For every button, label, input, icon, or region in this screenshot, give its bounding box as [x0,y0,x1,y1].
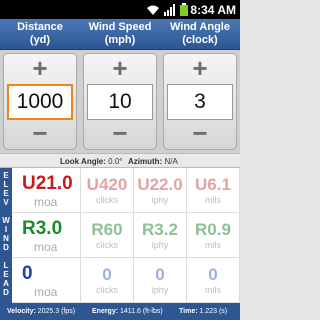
wind-speed-field[interactable]: 10 [87,84,153,120]
elev-letter: L [3,180,9,189]
wind-speed-stepper: + 10 − [83,53,157,150]
wind-speed-minus-button[interactable]: − [84,119,156,149]
elevation-mils-unit: mils [205,195,221,205]
lead-letter: E [3,270,9,279]
lead-mils-unit: mils [205,285,221,295]
lead-iphy-unit: iphy [151,285,169,295]
elevation-moa-value: U21.0 [22,173,73,194]
windage-clicks-value: R60 [91,220,123,239]
lead-letter: A [3,279,9,288]
wind-speed-header-unit: (mph) [104,34,136,46]
wind-angle-plus-button[interactable]: + [164,54,236,84]
results-grid: U21.0 moa U420 clicks U22.0 iphy U6.1 mi… [12,168,240,303]
windage-moa-value: R3.0 [22,218,63,239]
velocity: Velocity: 2025.3 (fps) [7,308,75,315]
elevation-iphy-value: U22.0 [137,175,183,194]
windage-iphy-unit: iphy [151,240,169,250]
distance-field[interactable]: 1000 [7,84,73,120]
wind-letter: I [4,225,8,234]
battery-icon [180,3,188,16]
lead-letter: D [3,288,9,297]
wind-angle-minus-button[interactable]: − [164,119,236,149]
flight-time-value: 1.223 (s) [199,308,228,315]
input-panel: + 1000 − + 10 − + 3 − [0,50,240,153]
wind-angle-header-unit: (clock) [182,34,218,46]
elev-letter: E [3,171,9,180]
elevation-iphy-cell[interactable]: U22.0 iphy [134,168,187,213]
lead-letter: L [3,261,9,270]
wind-letter: W [2,216,10,225]
look-angle-bar[interactable]: Look Angle: 0.0° Azimuth: N/A [0,153,240,168]
windage-mils-value: R0.9 [195,220,231,239]
column-header: Distance (yd) Wind Speed (mph) Wind Angl… [0,19,240,50]
lead-clicks-cell[interactable]: 0 clicks [81,258,134,303]
velocity-value: 2025.3 (fps) [37,308,76,315]
elev-letter: V [3,198,9,207]
elevation-mils-value: U6.1 [195,175,231,194]
elevation-clicks-value: U420 [86,175,128,194]
wind-angle-stepper: + 3 − [163,53,237,150]
windage-mils-unit: mils [205,240,221,250]
look-angle-value: 0.0° [108,157,123,166]
elevation-moa-cell[interactable]: U21.0 moa [12,168,81,213]
lead-iphy-value: 0 [155,265,165,284]
wind-speed-plus-button[interactable]: + [84,54,156,84]
wind-letter: D [3,243,9,252]
flight-time-label: Time: [179,308,198,315]
elevation-mils-cell[interactable]: U6.1 mils [187,168,240,213]
velocity-label: Velocity: [7,308,36,315]
windage-moa-cell[interactable]: R3.0 moa [12,213,81,258]
wind-angle-header-title: Wind Angle [170,21,230,33]
lead-clicks-unit: clicks [96,285,118,295]
wind-angle-field[interactable]: 3 [167,84,233,120]
windage-clicks-unit: clicks [96,240,118,250]
elevation-clicks-cell[interactable]: U420 clicks [81,168,134,213]
wind-speed-header: Wind Speed (mph) [80,21,160,47]
energy: Energy: 1411.6 (ft-lbs) [92,308,163,315]
lead-moa-cell[interactable]: 0 moa [12,258,81,303]
elevation-clicks-unit: clicks [96,195,118,205]
elevation-iphy-unit: iphy [151,195,169,205]
wind-angle-header: Wind Angle (clock) [160,21,240,47]
energy-value: 1411.6 (ft-lbs) [120,308,163,315]
windage-mils-cell[interactable]: R0.9 mils [187,213,240,258]
ballistics-summary-bar: Velocity: 2025.3 (fps) Energy: 1411.6 (f… [0,303,240,320]
distance-stepper: + 1000 − [3,53,77,150]
azimuth-value: N/A [164,157,178,166]
windage-iphy-cell[interactable]: R3.2 iphy [134,213,187,258]
look-angle-label: Look Angle: [60,157,106,166]
lead-mils-cell[interactable]: 0 mils [187,258,240,303]
lead-iphy-cell[interactable]: 0 iphy [134,258,187,303]
azimuth: Azimuth: N/A [128,157,178,166]
lead-clicks-value: 0 [102,265,112,284]
lead-moa-value: 0 [22,263,33,284]
distance-header: Distance (yd) [0,21,80,47]
clock: 8:34 AM [190,3,236,17]
status-bar: 8:34 AM [0,0,240,19]
flight-time: Time: 1.223 (s) [179,308,227,315]
elev-letter: E [3,189,9,198]
wind-letter: N [3,234,9,243]
windage-iphy-value: R3.2 [142,220,178,239]
distance-header-title: Distance [17,21,63,33]
row-labels: E L E V W I N D L E A D [0,168,12,303]
look-angle: Look Angle: 0.0° [60,157,122,166]
signal-icon [164,4,175,16]
windage-clicks-cell[interactable]: R60 clicks [81,213,134,258]
distance-plus-button[interactable]: + [4,54,76,84]
lead-mils-value: 0 [208,265,218,284]
energy-label: Energy: [92,308,119,315]
distance-minus-button[interactable]: − [4,119,76,149]
distance-header-unit: (yd) [29,34,51,46]
wind-speed-header-title: Wind Speed [88,21,152,33]
status-icons [146,3,188,16]
wifi-icon [147,5,159,15]
azimuth-label: Azimuth: [128,157,163,166]
